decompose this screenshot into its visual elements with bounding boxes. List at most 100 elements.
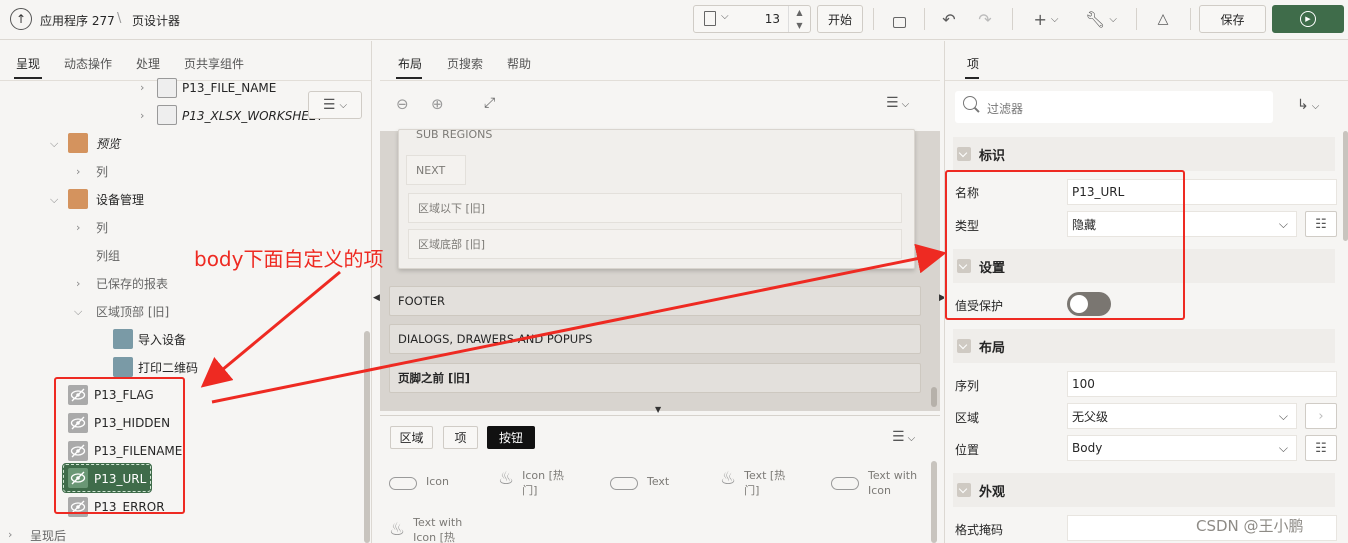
play-icon: ▶: [1300, 11, 1316, 27]
zoom-in-icon[interactable]: ⊕: [431, 95, 444, 113]
go-to-group-button[interactable]: ↳ ⌵: [1297, 97, 1319, 113]
chevron-down-icon[interactable]: ⌵: [50, 137, 58, 151]
tab-dynamic-actions[interactable]: 动态操作: [64, 55, 112, 72]
format-mask-label: 格式掩码: [955, 523, 1004, 537]
gallery-tab-items[interactable]: 项: [443, 426, 478, 449]
gallery-button-text-hot[interactable]: ♨︎ Text [热门]: [720, 468, 812, 498]
canvas-next-position[interactable]: NEXT: [406, 155, 466, 185]
button-template-icon: [389, 477, 417, 490]
stepper-down-icon[interactable]: ▼: [796, 21, 802, 30]
chevron-right-icon[interactable]: ›: [76, 221, 80, 234]
chevron-right-icon[interactable]: ›: [76, 165, 80, 178]
tree-item-device-mgmt[interactable]: 设备管理: [96, 185, 144, 213]
tree-item-columns[interactable]: 列: [96, 213, 108, 241]
type-list-button[interactable]: ☷: [1305, 211, 1337, 237]
chevron-down-icon[interactable]: ⌵: [50, 193, 58, 207]
breadcrumb-app[interactable]: 应用程序 277: [40, 12, 115, 29]
canvas-sub-regions[interactable]: SUB REGIONS: [416, 128, 492, 141]
canvas-position-label: DIALOGS, DRAWERS AND POPUPS: [398, 332, 593, 346]
stepper-up-icon[interactable]: ▲: [796, 8, 802, 17]
splitter-handle-icon[interactable]: ▼: [655, 405, 661, 414]
lock-page-button[interactable]: [886, 6, 912, 32]
tab-layout[interactable]: 布局: [398, 55, 422, 72]
page-stepper[interactable]: ▲ ▼: [788, 6, 810, 32]
gallery-tab-regions[interactable]: 区域: [390, 426, 433, 449]
filter-input[interactable]: 过滤器: [955, 91, 1273, 123]
expand-icon[interactable]: ⤢: [484, 95, 495, 111]
tab-page-search[interactable]: 页搜索: [447, 55, 483, 72]
canvas-region-below[interactable]: 区域以下 [旧]: [408, 193, 902, 223]
gallery-scrollbar[interactable]: [931, 461, 937, 543]
section-title: 布局: [979, 340, 1006, 356]
section-layout[interactable]: 布局: [953, 329, 1335, 363]
tab-item[interactable]: 项: [967, 55, 979, 72]
tab-processing[interactable]: 处理: [136, 55, 160, 72]
flame-icon: ♨︎: [389, 519, 406, 540]
tree-item-xlsx-worksheet[interactable]: P13_XLSX_WORKSHEET: [182, 102, 324, 130]
tab-rendering[interactable]: 呈现: [16, 55, 40, 72]
gallery-button-icon[interactable]: Icon: [389, 475, 449, 490]
tab-active-indicator: [396, 77, 422, 79]
collapse-checkbox-icon: [957, 339, 971, 353]
tab-help[interactable]: 帮助: [507, 55, 531, 72]
go-button[interactable]: 开始: [817, 5, 863, 33]
gallery-button-text-with-icon[interactable]: Text with Icon: [831, 468, 931, 498]
divider: [1190, 8, 1191, 30]
shared-components-button[interactable]: △: [1150, 6, 1176, 32]
page-select-button[interactable]: ⌵ 13 ▲ ▼: [693, 5, 811, 33]
tree-menu-button[interactable]: ☰ ⌵: [308, 91, 362, 119]
gallery-button-text[interactable]: Text: [610, 475, 669, 490]
gallery-menu-button[interactable]: ☰ ⌵: [892, 429, 915, 445]
annotation-label: body下面自定义的项: [194, 247, 384, 271]
gallery-tab-buttons[interactable]: 按钮: [487, 426, 535, 449]
tree-item-region-top[interactable]: 区域顶部 [旧]: [96, 297, 169, 325]
chevron-right-icon[interactable]: ›: [140, 81, 144, 94]
filter-placeholder: 过滤器: [987, 102, 1024, 116]
utilities-menu-button[interactable]: 🔧︎ ⌵: [1082, 6, 1120, 32]
tab-shared-components[interactable]: 页共享组件: [184, 55, 244, 72]
canvas-before-footer[interactable]: 页脚之前 [旧]: [389, 363, 921, 393]
tree-item-file-name[interactable]: P13_FILE_NAME: [182, 74, 276, 102]
chevron-right-icon[interactable]: ›: [140, 109, 144, 122]
section-appearance[interactable]: 外观: [953, 473, 1335, 507]
redo-button[interactable]: ↷: [972, 6, 998, 32]
text-field-icon: [157, 78, 177, 98]
middle-tab-bar: 布局 页搜索 帮助: [380, 41, 940, 81]
chevron-down-icon[interactable]: ⌵: [74, 305, 82, 319]
property-scrollbar[interactable]: [1343, 131, 1348, 241]
region-goto-button[interactable]: ›: [1305, 403, 1337, 429]
page-number-input[interactable]: 13: [765, 12, 780, 26]
gallery-button-icon-hot[interactable]: ♨︎ Icon [热门]: [498, 468, 590, 498]
tree-item-import-device[interactable]: 导入设备: [138, 325, 186, 353]
create-menu-button[interactable]: + ⌵: [1028, 6, 1064, 32]
shapes-icon: △: [1157, 11, 1169, 27]
chevron-right-icon[interactable]: ›: [76, 277, 80, 290]
canvas-footer[interactable]: FOOTER: [389, 286, 921, 316]
undo-button[interactable]: ↶: [936, 6, 962, 32]
up-arrow-icon: ↑: [15, 12, 27, 26]
canvas-scrollbar[interactable]: [931, 387, 937, 407]
breadcrumb-page-designer: 页设计器: [132, 14, 181, 28]
save-button[interactable]: 保存: [1199, 5, 1266, 33]
tree-item-after-rendering[interactable]: 呈现后: [30, 521, 66, 543]
layout-menu-button[interactable]: ☰ ⌵: [886, 95, 909, 111]
tree-item-column-groups[interactable]: 列组: [96, 241, 120, 269]
collapse-left-icon[interactable]: ◀: [373, 293, 380, 303]
position-list-button[interactable]: ☷: [1305, 435, 1337, 461]
tree-item-saved-reports[interactable]: 已保存的报表: [96, 269, 168, 297]
canvas-dialogs[interactable]: DIALOGS, DRAWERS AND POPUPS: [389, 324, 921, 354]
sequence-field[interactable]: 100: [1067, 371, 1337, 397]
section-identification[interactable]: 标识: [953, 137, 1335, 171]
tree-item-preview[interactable]: 预览: [96, 129, 120, 157]
position-select[interactable]: Body ⌵: [1067, 435, 1297, 461]
zoom-out-icon[interactable]: ⊖: [396, 95, 409, 113]
region-select[interactable]: 无父级 ⌵: [1067, 403, 1297, 429]
up-arrow-button[interactable]: ↑: [10, 8, 32, 30]
chevron-down-icon: ⌵: [1311, 101, 1320, 112]
gallery-button-text-with-icon-hot[interactable]: ♨︎ Text with Icon [热: [389, 515, 499, 543]
tree-scrollbar[interactable]: [364, 331, 370, 543]
run-button[interactable]: ▶: [1272, 5, 1344, 33]
canvas-region-bottom[interactable]: 区域底部 [旧]: [408, 229, 902, 259]
chevron-right-icon[interactable]: ›: [8, 528, 12, 541]
tree-item-columns[interactable]: 列: [96, 157, 108, 185]
